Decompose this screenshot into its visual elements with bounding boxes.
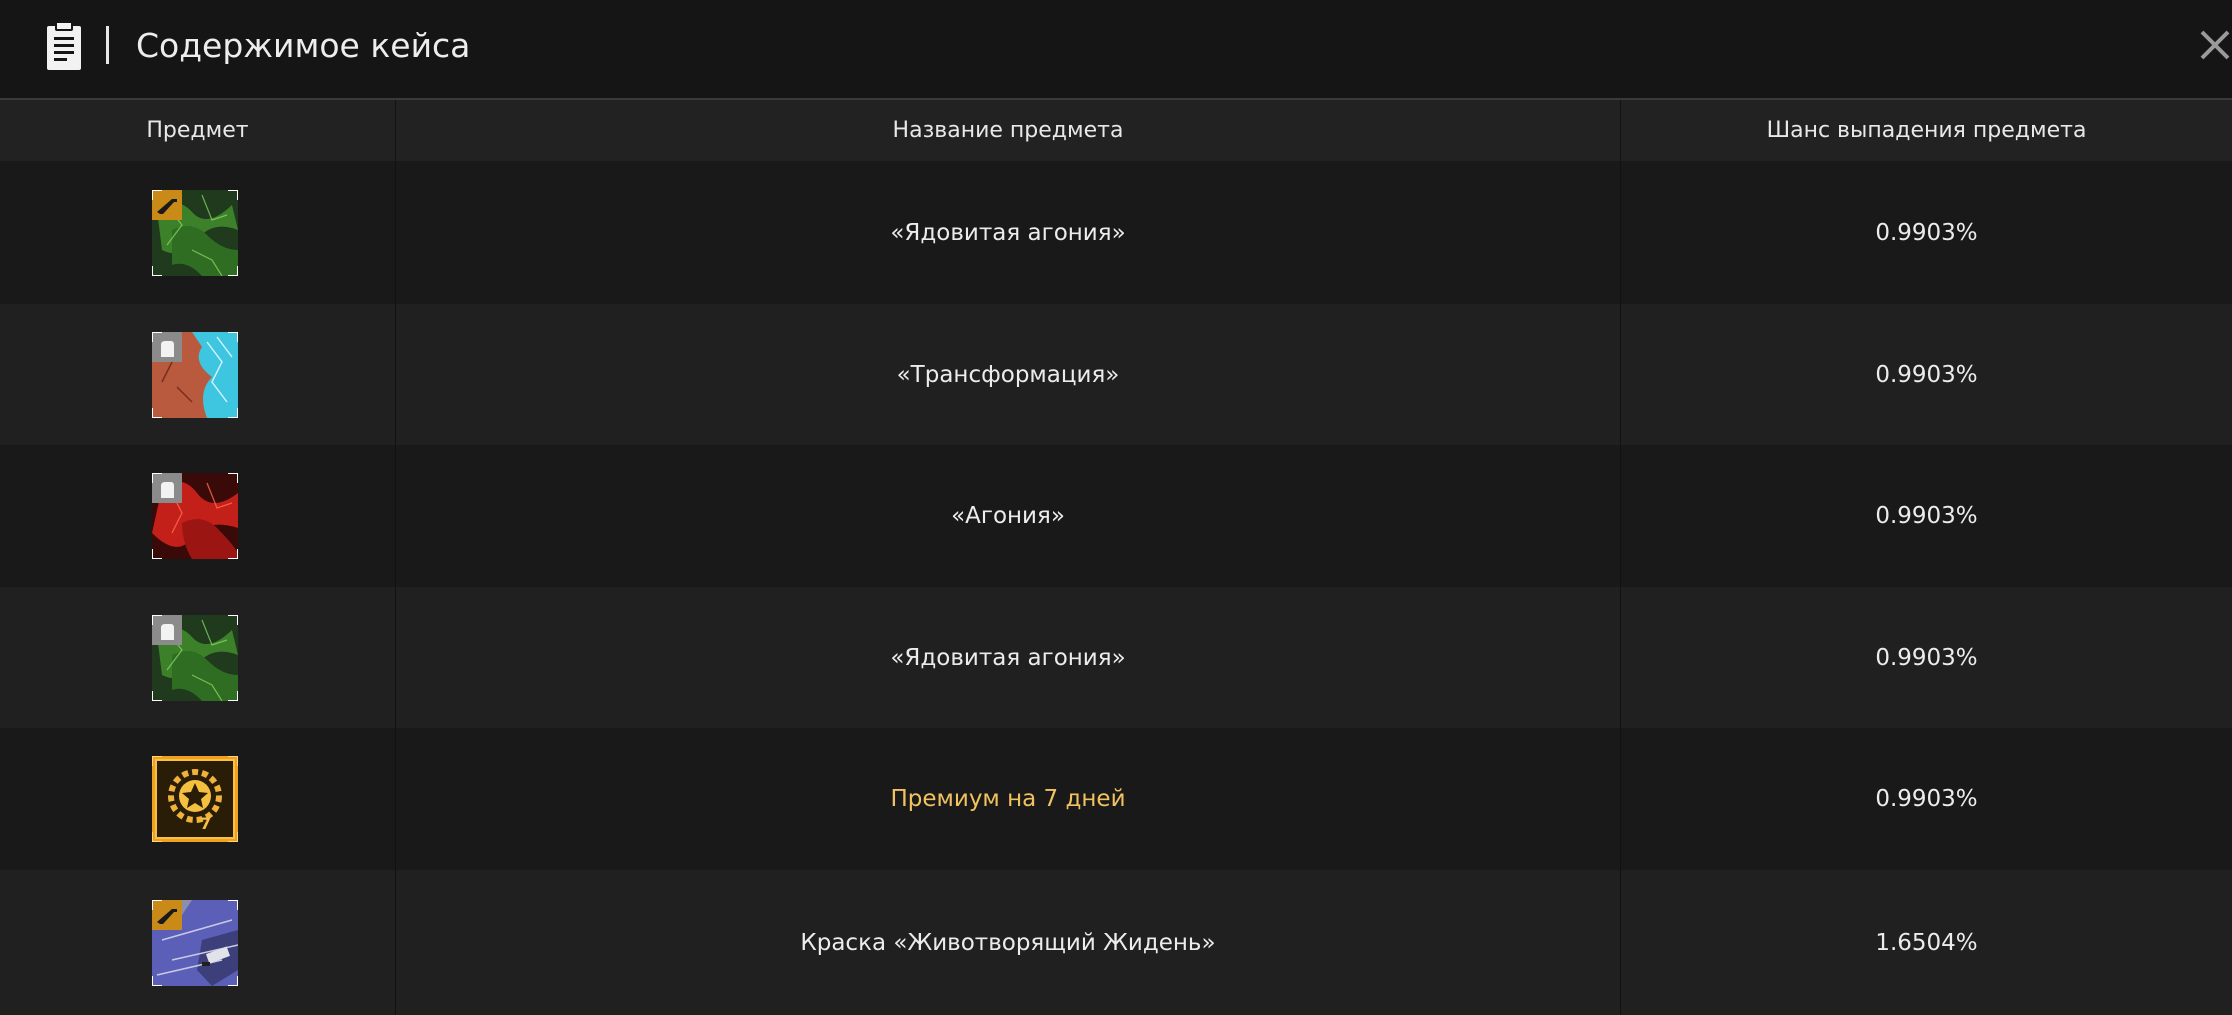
item-chance: 0.9903%: [1875, 644, 1978, 671]
column-divider: [1620, 100, 1621, 1015]
red-camo-skin-icon[interactable]: [152, 473, 238, 559]
purple-paint-skin-icon[interactable]: [152, 899, 238, 986]
column-header-item: Предмет: [146, 118, 249, 143]
title-separator: [106, 26, 109, 64]
item-cell: [0, 870, 390, 1015]
table-row[interactable]: «Ядовитая агония» 0.9903%: [0, 587, 2232, 728]
column-header-chance: Шанс выпадения предмета: [1766, 118, 2087, 143]
dialog-header: Содержимое кейса: [0, 0, 2232, 100]
item-name: Краска «Животворящий Жидень»: [800, 929, 1216, 956]
item-name: «Агония»: [951, 503, 1065, 529]
item-cell: 7: [0, 728, 390, 870]
red-blue-camo-skin-icon[interactable]: [152, 331, 238, 418]
premium-days-label: 7: [200, 814, 211, 833]
table-row[interactable]: «Трансформация» 0.9903%: [0, 304, 2232, 445]
item-name: «Ядовитая агония»: [890, 219, 1126, 246]
green-camo-skin-icon[interactable]: [152, 614, 238, 701]
item-cell: [0, 304, 390, 445]
item-chance: 1.6504%: [1875, 929, 1978, 956]
table-row[interactable]: 7 Премиум на 7 дней 0.9903%: [0, 728, 2232, 870]
item-chance: 0.9903%: [1875, 361, 1978, 388]
item-cell: [0, 161, 390, 304]
close-icon[interactable]: [2198, 28, 2232, 62]
item-chance: 0.9903%: [1875, 503, 1978, 529]
case-contents-table: Предмет Название предмета Шанс выпадения…: [0, 100, 2232, 1015]
dialog-title: Содержимое кейса: [136, 26, 471, 65]
table-row[interactable]: «Ядовитая агония» 0.9903%: [0, 161, 2232, 304]
table-row[interactable]: «Агония» 0.9903%: [0, 445, 2232, 587]
column-header-name: Название предмета: [892, 118, 1124, 143]
item-name: Премиум на 7 дней: [890, 786, 1126, 812]
table-row[interactable]: Краска «Животворящий Жидень» 1.6504%: [0, 870, 2232, 1015]
premium-star-icon[interactable]: 7: [152, 756, 238, 842]
table-header: Предмет Название предмета Шанс выпадения…: [0, 100, 2232, 162]
item-name: «Ядовитая агония»: [890, 644, 1126, 671]
item-name: «Трансформация»: [896, 361, 1120, 388]
item-cell: [0, 587, 390, 728]
item-cell: [0, 445, 390, 587]
green-camo-skin-icon[interactable]: [152, 189, 238, 276]
column-divider: [395, 100, 396, 1015]
clipboard-icon: [47, 21, 81, 70]
item-chance: 0.9903%: [1875, 219, 1978, 246]
item-chance: 0.9903%: [1875, 786, 1978, 812]
